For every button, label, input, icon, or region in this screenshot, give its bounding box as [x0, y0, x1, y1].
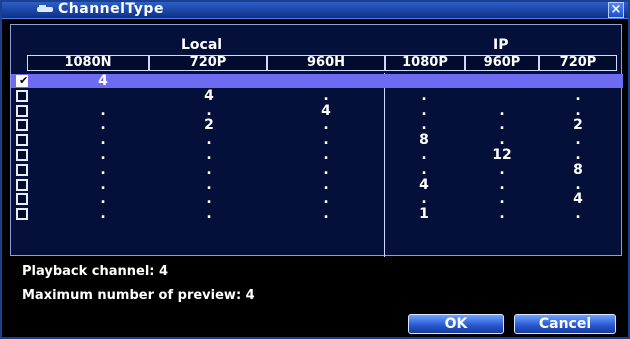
row-checkbox[interactable] [16, 178, 28, 191]
table-cell[interactable]: . [410, 118, 438, 132]
dvr-icon [37, 5, 53, 12]
column-header: 1080P [385, 55, 465, 71]
table-cell[interactable]: 4 [89, 74, 117, 88]
table-cell[interactable]: 1 [410, 207, 438, 221]
table-cell[interactable] [89, 89, 117, 103]
table-cell[interactable]: . [488, 163, 516, 177]
close-button[interactable]: × [608, 2, 624, 18]
table-cell[interactable]: . [195, 178, 223, 192]
table-cell[interactable]: . [564, 133, 592, 147]
column-header: 720P [539, 55, 617, 71]
table-cell[interactable] [488, 74, 516, 88]
table-cell[interactable]: . [488, 178, 516, 192]
table-cell[interactable]: . [89, 192, 117, 206]
channel-table: Local IP 1080N 720P 960H 1080P 960P 720P… [10, 24, 623, 257]
group-label-ip: IP [493, 37, 509, 53]
row-checkbox[interactable] [16, 119, 28, 132]
table-row[interactable]: ... 1.. [11, 207, 623, 221]
table-row[interactable]: ... 8.. [11, 133, 623, 147]
table-cell[interactable]: . [312, 148, 340, 162]
table-cell[interactable] [312, 74, 340, 88]
max-preview-text: Maximum number of preview: 4 [22, 288, 255, 303]
table-cell[interactable]: . [195, 104, 223, 118]
row-checkbox[interactable] [16, 149, 28, 161]
group-label-local: Local [181, 37, 223, 53]
table-cell[interactable]: 8 [564, 163, 592, 177]
table-row[interactable]: ... 4.. [11, 178, 623, 192]
table-cell[interactable] [195, 74, 223, 88]
table-row[interactable]: ✔ 4 [11, 74, 623, 88]
table-cell[interactable]: . [564, 148, 592, 162]
table-cell[interactable]: . [488, 192, 516, 206]
table-cell[interactable]: . [89, 163, 117, 177]
table-cell[interactable]: . [488, 118, 516, 132]
table-cell[interactable]: . [410, 192, 438, 206]
table-cell[interactable]: . [195, 148, 223, 162]
table-cell[interactable]: . [89, 207, 117, 221]
table-cell[interactable]: . [488, 104, 516, 118]
table-cell[interactable] [564, 74, 592, 88]
table-cell[interactable] [488, 89, 516, 103]
row-checkbox[interactable] [16, 104, 28, 117]
table-cell[interactable]: 2 [195, 118, 223, 132]
table-cell[interactable]: 4 [312, 104, 340, 118]
table-row[interactable]: ..... 4 [11, 192, 623, 206]
table-cell[interactable]: . [312, 178, 340, 192]
checkmark-icon: ✔ [19, 74, 29, 87]
row-checkbox[interactable] [16, 163, 28, 176]
table-cell[interactable]: 4 [195, 89, 223, 103]
table-cell[interactable]: 2 [564, 118, 592, 132]
window-title: ChannelType [58, 1, 164, 17]
table-cell[interactable]: . [488, 133, 516, 147]
column-header: 720P [149, 55, 267, 71]
table-cell[interactable]: . [410, 104, 438, 118]
table-cell[interactable]: . [488, 207, 516, 221]
playback-channel-text: Playback channel: 4 [22, 264, 169, 279]
table-cell[interactable]: . [89, 148, 117, 162]
cancel-button[interactable]: Cancel [514, 314, 616, 334]
table-cell[interactable]: . [312, 207, 340, 221]
column-header: 960P [465, 55, 539, 71]
table-cell[interactable]: . [312, 118, 340, 132]
table-row[interactable]: .... 12. [11, 148, 623, 162]
table-cell[interactable]: . [195, 207, 223, 221]
table-cell[interactable] [410, 74, 438, 88]
table-cell[interactable]: . [89, 133, 117, 147]
column-header: 960H [267, 55, 385, 71]
table-row[interactable]: ..... 8 [11, 163, 623, 177]
table-cell[interactable]: . [195, 192, 223, 206]
table-cell[interactable]: . [312, 192, 340, 206]
table-cell[interactable]: . [195, 163, 223, 177]
table-cell[interactable]: . [89, 178, 117, 192]
table-cell[interactable]: 4 [564, 192, 592, 206]
table-cell[interactable]: . [312, 133, 340, 147]
column-header: 1080N [27, 55, 149, 71]
ok-button[interactable]: OK [408, 314, 504, 334]
title-bar: ChannelType × [2, 1, 628, 19]
table-row[interactable]: .. 4... [11, 104, 623, 118]
table-cell[interactable]: . [89, 118, 117, 132]
table-row[interactable]: 4... [11, 89, 623, 103]
table-cell[interactable]: . [410, 163, 438, 177]
row-checkbox[interactable] [16, 89, 28, 102]
table-cell[interactable]: . [564, 207, 592, 221]
table-cell[interactable]: . [410, 89, 438, 103]
table-cell[interactable]: . [312, 89, 340, 103]
row-checkbox[interactable] [16, 193, 28, 206]
table-cell[interactable]: . [195, 133, 223, 147]
table-row[interactable]: . 2... 2 [11, 118, 623, 132]
row-checkbox[interactable] [16, 134, 28, 147]
channel-type-dialog: ChannelType × Local IP 1080N 720P 960H 1… [0, 0, 630, 339]
table-cell[interactable]: . [564, 178, 592, 192]
table-cell[interactable]: . [410, 148, 438, 162]
table-cell[interactable]: 4 [410, 178, 438, 192]
table-cell[interactable]: . [564, 89, 592, 103]
row-checkbox[interactable] [16, 208, 28, 221]
table-cell[interactable]: 8 [410, 133, 438, 147]
table-cell[interactable]: 12 [488, 148, 516, 162]
table-cell[interactable]: . [89, 104, 117, 118]
table-cell[interactable]: . [564, 104, 592, 118]
row-checkbox[interactable]: ✔ [16, 74, 29, 87]
table-cell[interactable]: . [312, 163, 340, 177]
